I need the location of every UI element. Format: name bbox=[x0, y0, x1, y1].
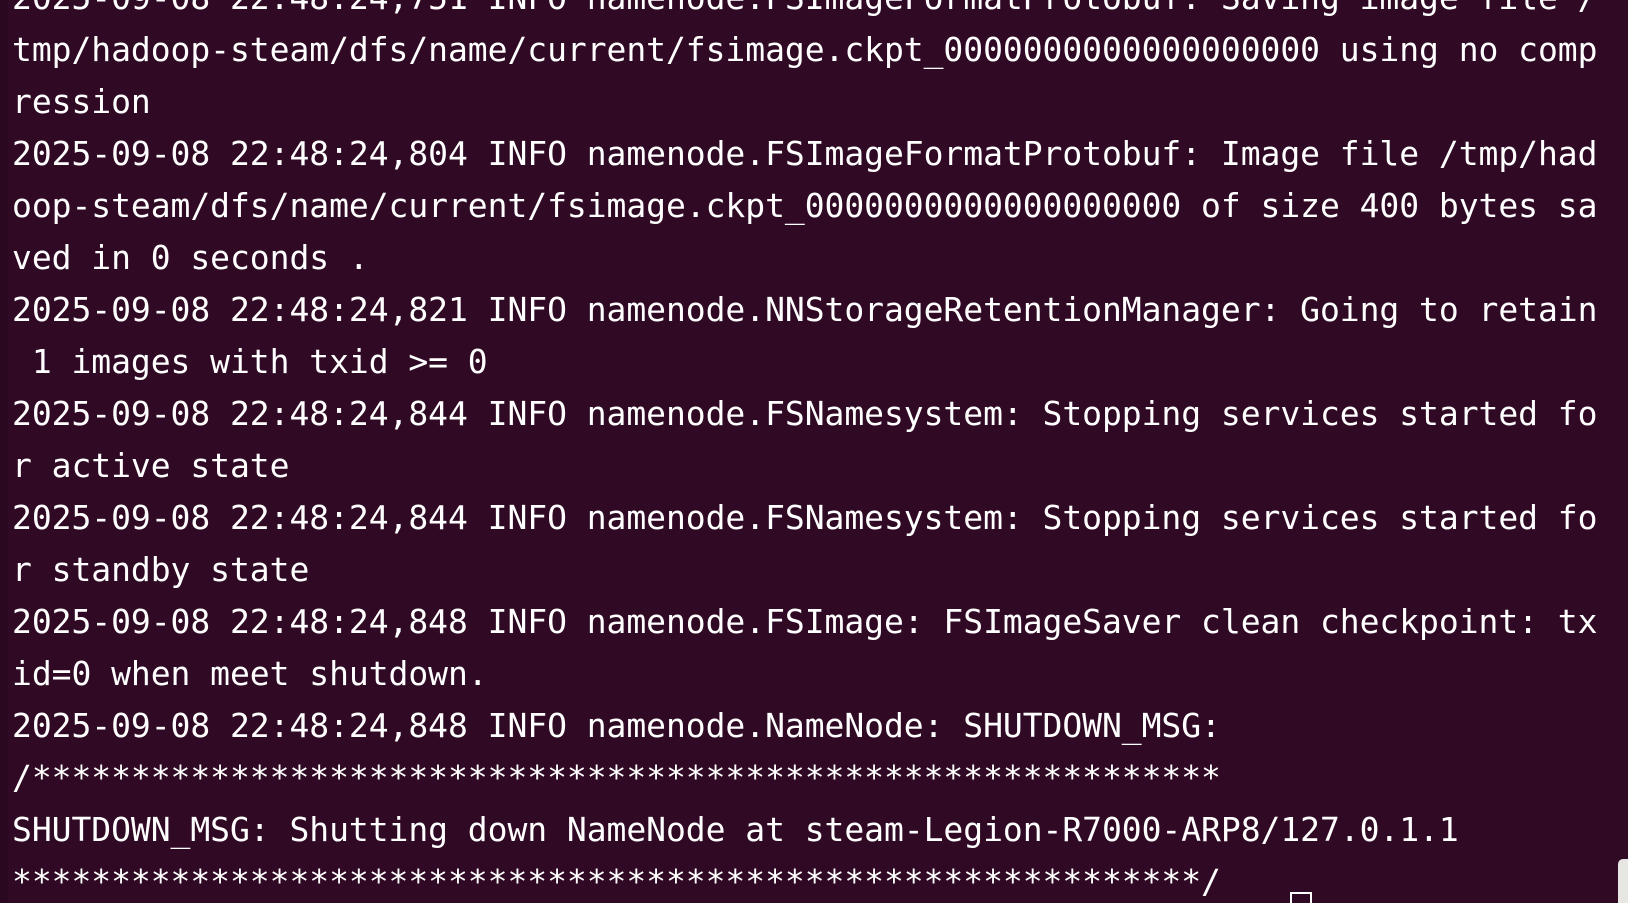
scrollbar-thumb[interactable] bbox=[1618, 859, 1628, 903]
terminal-output[interactable]: 2025-09-08 22:48:24,751 INFO namenode.FS… bbox=[12, 0, 1597, 903]
terminal-line: 2025-09-08 22:48:24,848 INFO namenode.FS… bbox=[12, 602, 1598, 641]
terminal-line: ved in 0 seconds . bbox=[12, 238, 369, 277]
terminal-line: oop-steam/dfs/name/current/fsimage.ckpt_… bbox=[12, 186, 1598, 225]
terminal-line: ression bbox=[12, 82, 151, 121]
terminal-line: 2025-09-08 22:48:24,751 INFO namenode.FS… bbox=[12, 0, 1597, 24]
terminal-line: r active state bbox=[12, 446, 290, 485]
terminal-cursor bbox=[1290, 892, 1312, 903]
terminal-line: id=0 when meet shutdown. bbox=[12, 654, 488, 693]
terminal-line: tmp/hadoop-steam/dfs/name/current/fsimag… bbox=[12, 30, 1598, 69]
terminal-line: 2025-09-08 22:48:24,821 INFO namenode.NN… bbox=[12, 290, 1598, 329]
terminal-line: 1 images with txid >= 0 bbox=[12, 342, 488, 381]
terminal-line: /***************************************… bbox=[12, 758, 1221, 797]
terminal-scrollbar[interactable] bbox=[1618, 0, 1628, 903]
terminal-window[interactable]: 2025-09-08 22:48:24,751 INFO namenode.FS… bbox=[0, 0, 1628, 903]
terminal-line: ****************************************… bbox=[12, 862, 1221, 901]
terminal-left-edge bbox=[0, 0, 8, 903]
terminal-line: SHUTDOWN_MSG: Shutting down NameNode at … bbox=[12, 810, 1459, 849]
terminal-line: 2025-09-08 22:48:24,844 INFO namenode.FS… bbox=[12, 394, 1598, 433]
terminal-line: 2025-09-08 22:48:24,848 INFO namenode.Na… bbox=[12, 706, 1221, 745]
terminal-line: r standby state bbox=[12, 550, 310, 589]
terminal-line: 2025-09-08 22:48:24,844 INFO namenode.FS… bbox=[12, 498, 1598, 537]
terminal-line: 2025-09-08 22:48:24,804 INFO namenode.FS… bbox=[12, 134, 1598, 173]
